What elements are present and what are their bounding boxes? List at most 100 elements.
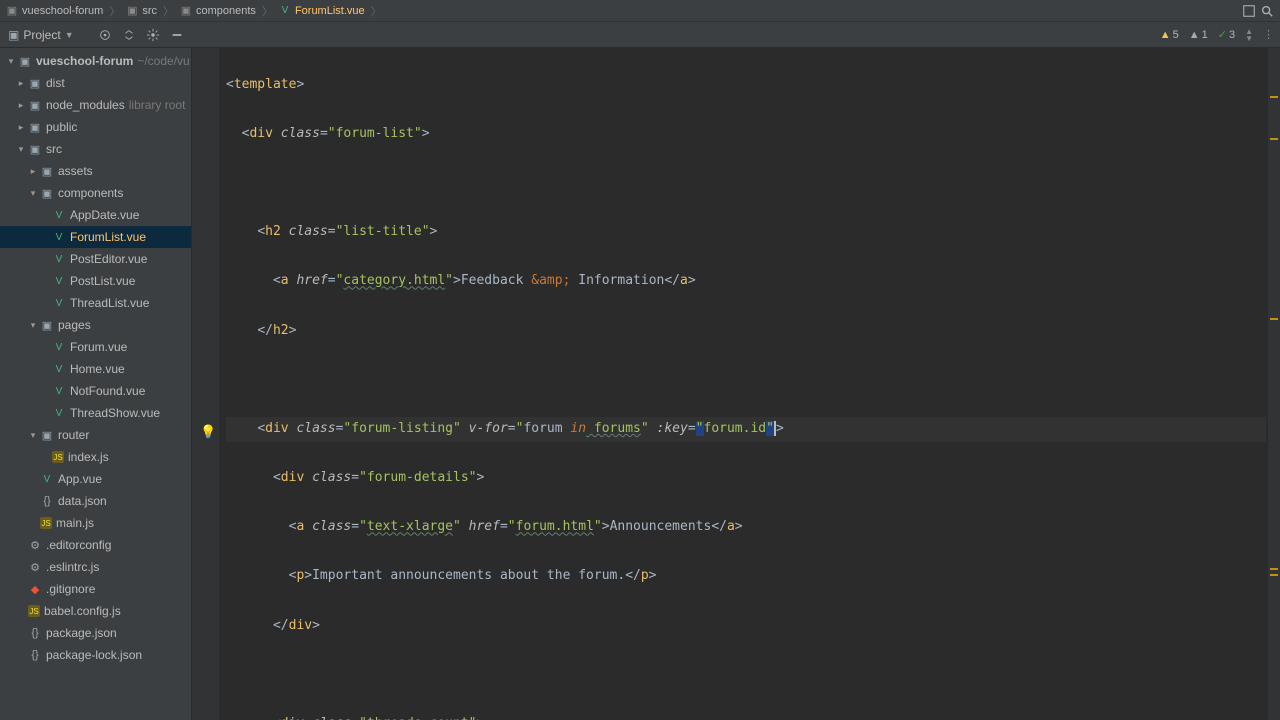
tree-label: main.js — [56, 516, 94, 530]
folder-icon: ▣ — [40, 319, 54, 332]
breadcrumb: ▣ vueschool-forum 〉 ▣ src 〉 ▣ components… — [6, 3, 1242, 19]
expand-arrow-icon[interactable]: ▾ — [16, 144, 26, 155]
expand-arrow-icon[interactable]: ▾ — [28, 320, 38, 331]
vue-icon: V — [52, 232, 66, 243]
typos-count[interactable]: ✓ 3 — [1218, 28, 1235, 41]
expand-arrow-icon[interactable]: ▸ — [16, 122, 26, 133]
project-tree[interactable]: ▾ ▣ vueschool-forum ~/code/vu ▸▣dist▸▣no… — [0, 48, 192, 720]
typo-icon: ✓ — [1218, 28, 1227, 41]
settings-icon[interactable] — [146, 28, 160, 42]
tree-item-Home-vue[interactable]: VHome.vue — [0, 358, 191, 380]
tree-label: PostList.vue — [70, 274, 135, 288]
json-icon: {} — [40, 495, 54, 507]
vue-icon: V — [52, 210, 66, 221]
tree-item--gitignore[interactable]: ◆.gitignore — [0, 578, 191, 600]
tree-item-index-js[interactable]: JS index.js — [0, 446, 191, 468]
tree-item-ThreadShow-vue[interactable]: V ThreadShow.vue — [0, 402, 191, 424]
tree-item-AppDate-vue[interactable]: VAppDate.vue — [0, 204, 191, 226]
expand-arrow-icon[interactable]: ▸ — [16, 100, 26, 111]
tree-item-assets[interactable]: ▸▣assets — [0, 160, 191, 182]
hide-icon[interactable] — [170, 28, 184, 42]
tree-label: Home.vue — [70, 362, 125, 376]
git-icon: ◆ — [28, 583, 42, 596]
tree-item-ThreadList-vue[interactable]: VThreadList.vue — [0, 292, 191, 314]
tree-item-ForumList-vue[interactable]: V ForumList.vue — [0, 226, 191, 248]
chevron-icon: 〉 — [163, 3, 174, 19]
folder-icon: ▣ — [40, 165, 54, 178]
folder-icon: ▣ — [180, 5, 192, 17]
tree-item-NotFound-vue[interactable]: VNotFound.vue — [0, 380, 191, 402]
code-content[interactable]: <template> <div class="forum-list"> <h2 … — [220, 48, 1266, 720]
tree-item-public[interactable]: ▸▣ public — [0, 116, 191, 138]
tree-label: package-lock.json — [46, 648, 142, 662]
tree-label: data.json — [58, 494, 107, 508]
js-icon: JS — [40, 517, 52, 529]
tree-item-main-js[interactable]: JS main.js — [0, 512, 191, 534]
tree-item-package-lock-json[interactable]: {}package-lock.json — [0, 644, 191, 666]
tree-item-babel-config-js[interactable]: JSbabel.config.js — [0, 600, 191, 622]
tree-label: public — [46, 120, 77, 134]
cfg-icon: ⚙ — [28, 561, 42, 574]
search-icon[interactable] — [1260, 4, 1274, 18]
vue-icon: V — [52, 408, 66, 419]
tree-item-components[interactable]: ▾▣components — [0, 182, 191, 204]
json-icon: {} — [28, 627, 42, 639]
code-editor[interactable]: <template> <div class="forum-list"> <h2 … — [192, 48, 1280, 720]
weak-warning-icon: ▲ — [1189, 29, 1200, 41]
warnings-count[interactable]: ▲ 5 — [1160, 29, 1179, 41]
tree-label: node_modules — [46, 98, 125, 112]
tree-item-PostList-vue[interactable]: V PostList.vue — [0, 270, 191, 292]
tree-item-router[interactable]: ▾▣router — [0, 424, 191, 446]
vue-icon: V — [52, 254, 66, 265]
vue-icon: V — [52, 342, 66, 353]
expand-all-icon[interactable] — [122, 28, 136, 42]
project-selector[interactable]: ▣ Project ▼ — [4, 26, 78, 44]
tree-item-data-json[interactable]: {} data.json — [0, 490, 191, 512]
intention-bulb-icon[interactable]: 💡 — [200, 421, 214, 435]
vue-icon: V — [52, 276, 66, 287]
more-icon[interactable]: ⋮ — [1263, 28, 1276, 41]
cfg-icon: ⚙ — [28, 539, 42, 552]
maximize-icon[interactable] — [1242, 4, 1256, 18]
breadcrumb-src[interactable]: ▣ src — [126, 5, 157, 17]
tree-item-PostEditor-vue[interactable]: VPostEditor.vue — [0, 248, 191, 270]
expand-arrow-icon[interactable]: ▾ — [6, 56, 16, 67]
caret-down-icon: ▼ — [65, 30, 74, 40]
js-icon: JS — [52, 451, 64, 463]
folder-icon: ▣ — [28, 77, 42, 90]
tree-item-pages[interactable]: ▾▣pages — [0, 314, 191, 336]
tree-label: ThreadShow.vue — [70, 406, 160, 420]
tree-item-node_modules[interactable]: ▸▣node_moduleslibrary root — [0, 94, 191, 116]
tree-label: index.js — [68, 450, 109, 464]
folder-icon: ▣ — [28, 143, 42, 156]
tree-item--editorconfig[interactable]: ⚙.editorconfig — [0, 534, 191, 556]
folder-icon: ▣ — [40, 429, 54, 442]
js-icon: JS — [28, 605, 40, 617]
tree-item--eslintrc-js[interactable]: ⚙.eslintrc.js — [0, 556, 191, 578]
select-opened-icon[interactable] — [98, 28, 112, 42]
breadcrumb-components[interactable]: ▣ components — [180, 5, 256, 17]
tree-item-App-vue[interactable]: VApp.vue — [0, 468, 191, 490]
folder-icon: ▣ — [28, 121, 42, 134]
tree-item-dist[interactable]: ▸▣dist — [0, 72, 191, 94]
folder-icon: ▣ — [6, 5, 18, 17]
vue-icon: V — [52, 386, 66, 397]
error-stripe[interactable] — [1268, 48, 1280, 720]
expand-arrow-icon[interactable]: ▾ — [28, 188, 38, 199]
weak-warnings-count[interactable]: ▲ 1 — [1189, 29, 1208, 41]
tree-item-src[interactable]: ▾▣src — [0, 138, 191, 160]
tree-label: package.json — [46, 626, 117, 640]
expand-arrow-icon[interactable]: ▸ — [28, 166, 38, 177]
expand-arrow-icon[interactable]: ▸ — [16, 78, 26, 89]
tree-label: ForumList.vue — [70, 230, 146, 244]
vue-icon: V — [52, 298, 66, 309]
breadcrumb-file[interactable]: V ForumList.vue — [279, 5, 365, 17]
gutter — [192, 48, 220, 720]
tree-item-Forum-vue[interactable]: VForum.vue — [0, 336, 191, 358]
tree-root[interactable]: ▾ ▣ vueschool-forum ~/code/vu — [0, 50, 191, 72]
tree-item-package-json[interactable]: {} package.json — [0, 622, 191, 644]
breadcrumb-root[interactable]: ▣ vueschool-forum — [6, 5, 103, 17]
expand-arrow-icon[interactable]: ▾ — [28, 430, 38, 441]
problem-nav[interactable]: ▲▼ — [1245, 28, 1253, 42]
chevron-icon: 〉 — [109, 3, 120, 19]
